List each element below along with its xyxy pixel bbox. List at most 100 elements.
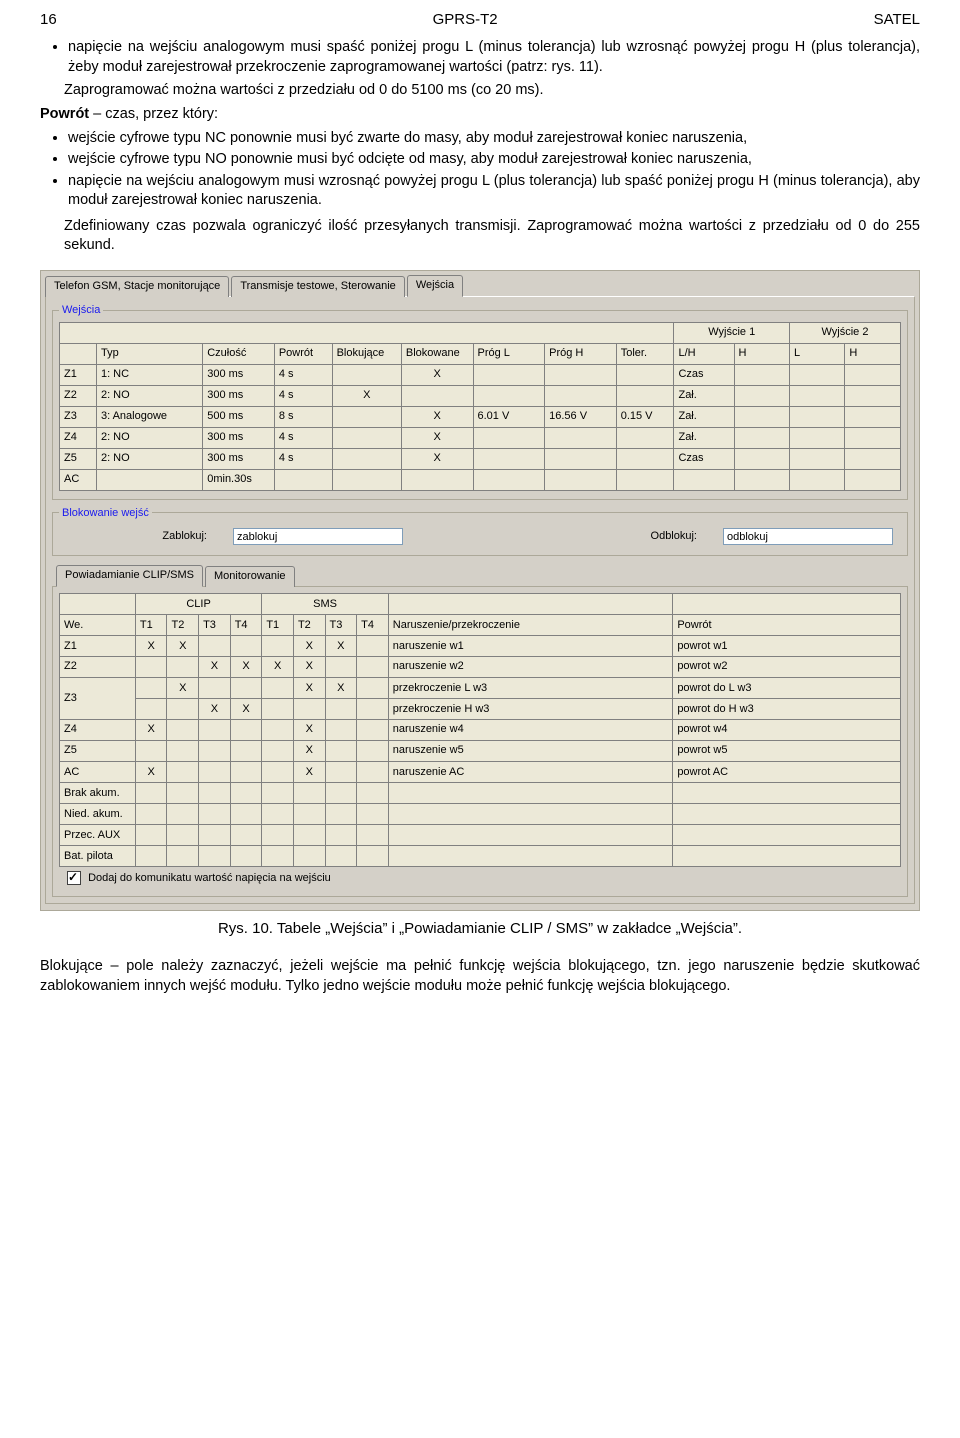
cell-check[interactable]: [262, 783, 294, 804]
cell-nar[interactable]: naruszenie w4: [388, 720, 673, 741]
cell[interactable]: [674, 469, 734, 490]
cell-nar[interactable]: [388, 825, 673, 846]
cell[interactable]: [473, 448, 545, 469]
cell-check[interactable]: [230, 825, 262, 846]
cell[interactable]: [734, 427, 789, 448]
cell[interactable]: [789, 448, 844, 469]
cell[interactable]: [616, 364, 674, 385]
cell-check[interactable]: [199, 636, 231, 657]
cell[interactable]: 6.01 V: [473, 406, 545, 427]
cell[interactable]: [96, 469, 202, 490]
cell[interactable]: [845, 406, 901, 427]
cell-check[interactable]: [325, 741, 357, 762]
cell-check[interactable]: [199, 762, 231, 783]
cell[interactable]: 300 ms: [203, 385, 275, 406]
cell[interactable]: X: [401, 406, 473, 427]
cell-we[interactable]: Bat. pilota: [60, 846, 136, 867]
cell-check[interactable]: X: [135, 636, 167, 657]
cell-we[interactable]: Z4: [60, 720, 136, 741]
cell-check[interactable]: [167, 804, 199, 825]
cell-pow[interactable]: powrot w2: [673, 657, 901, 678]
table-row[interactable]: Brak akum.: [60, 783, 901, 804]
cell-nar[interactable]: naruszenie w1: [388, 636, 673, 657]
cell-check[interactable]: X: [167, 678, 199, 699]
cell[interactable]: 300 ms: [203, 427, 275, 448]
cell-check[interactable]: [357, 657, 389, 678]
cell-nar[interactable]: przekroczenie L w3: [388, 678, 673, 699]
cell-check[interactable]: [262, 678, 294, 699]
cell[interactable]: 8 s: [274, 406, 332, 427]
cell[interactable]: Zał.: [674, 385, 734, 406]
cell-check[interactable]: [357, 741, 389, 762]
table-row[interactable]: XXprzekroczenie H w3powrot do H w3: [60, 699, 901, 720]
cell[interactable]: [545, 427, 617, 448]
cell[interactable]: [332, 469, 401, 490]
cell-we[interactable]: AC: [60, 762, 136, 783]
cell-check[interactable]: [325, 720, 357, 741]
cell[interactable]: Z3: [60, 406, 97, 427]
cell[interactable]: [734, 364, 789, 385]
table-row[interactable]: Z5Xnaruszenie w5powrot w5: [60, 741, 901, 762]
cell-nar[interactable]: naruszenie w2: [388, 657, 673, 678]
cell-pow[interactable]: [673, 846, 901, 867]
checkbox-add-voltage[interactable]: [67, 871, 81, 885]
cell-check[interactable]: X: [293, 762, 325, 783]
cell-pow[interactable]: powrot w4: [673, 720, 901, 741]
cell-check[interactable]: [199, 678, 231, 699]
cell-nar[interactable]: [388, 783, 673, 804]
cell-check[interactable]: [135, 783, 167, 804]
cell[interactable]: [473, 364, 545, 385]
tab-wejscia[interactable]: Wejścia: [407, 275, 463, 297]
cell-check[interactable]: X: [293, 657, 325, 678]
cell[interactable]: X: [401, 364, 473, 385]
cell-check[interactable]: [135, 846, 167, 867]
table-row[interactable]: Z3XXXprzekroczenie L w3powrot do L w3: [60, 678, 901, 699]
cell-check[interactable]: [199, 846, 231, 867]
cell[interactable]: Z5: [60, 448, 97, 469]
cell-check[interactable]: [293, 825, 325, 846]
cell-nar[interactable]: [388, 846, 673, 867]
cell-check[interactable]: [357, 762, 389, 783]
cell-pow[interactable]: [673, 825, 901, 846]
cell-check[interactable]: [167, 783, 199, 804]
cell-pow[interactable]: powrot do H w3: [673, 699, 901, 720]
cell-check[interactable]: X: [293, 741, 325, 762]
cell-check[interactable]: [357, 825, 389, 846]
cell[interactable]: [734, 448, 789, 469]
table-row[interactable]: Z11: NC300 ms4 sXCzas: [60, 364, 901, 385]
cell-check[interactable]: [357, 783, 389, 804]
tab-transmisje[interactable]: Transmisje testowe, Sterowanie: [231, 276, 405, 297]
cell[interactable]: X: [332, 385, 401, 406]
subtab-powiadamianie[interactable]: Powiadamianie CLIP/SMS: [56, 565, 203, 587]
cell[interactable]: Czas: [674, 364, 734, 385]
cell-check[interactable]: [262, 762, 294, 783]
inputs-table[interactable]: Wyjście 1 Wyjście 2 Typ Czułość Powrót B…: [59, 322, 901, 491]
cell[interactable]: [789, 364, 844, 385]
cell[interactable]: 300 ms: [203, 364, 275, 385]
cell-check[interactable]: [230, 636, 262, 657]
cell-check[interactable]: [167, 657, 199, 678]
cell[interactable]: [734, 469, 789, 490]
cell-check[interactable]: [293, 846, 325, 867]
cell[interactable]: Z2: [60, 385, 97, 406]
cell-check[interactable]: [230, 741, 262, 762]
cell-check[interactable]: [135, 678, 167, 699]
cell[interactable]: [332, 427, 401, 448]
cell[interactable]: [401, 385, 473, 406]
cell-check[interactable]: X: [293, 720, 325, 741]
cell-check[interactable]: [262, 825, 294, 846]
cell[interactable]: [274, 469, 332, 490]
cell-check[interactable]: [325, 825, 357, 846]
table-row[interactable]: Z1XXXXnaruszenie w1powrot w1: [60, 636, 901, 657]
cell-nar[interactable]: [388, 804, 673, 825]
cell[interactable]: Z4: [60, 427, 97, 448]
cell-check[interactable]: [325, 846, 357, 867]
cell-pow[interactable]: [673, 804, 901, 825]
cell[interactable]: [789, 427, 844, 448]
table-row[interactable]: Z42: NO300 ms4 sXZał.: [60, 427, 901, 448]
cell-check[interactable]: X: [199, 657, 231, 678]
table-row[interactable]: Z52: NO300 ms4 sXCzas: [60, 448, 901, 469]
cell-check[interactable]: [135, 657, 167, 678]
cell-check[interactable]: [357, 678, 389, 699]
cell-check[interactable]: [167, 699, 199, 720]
